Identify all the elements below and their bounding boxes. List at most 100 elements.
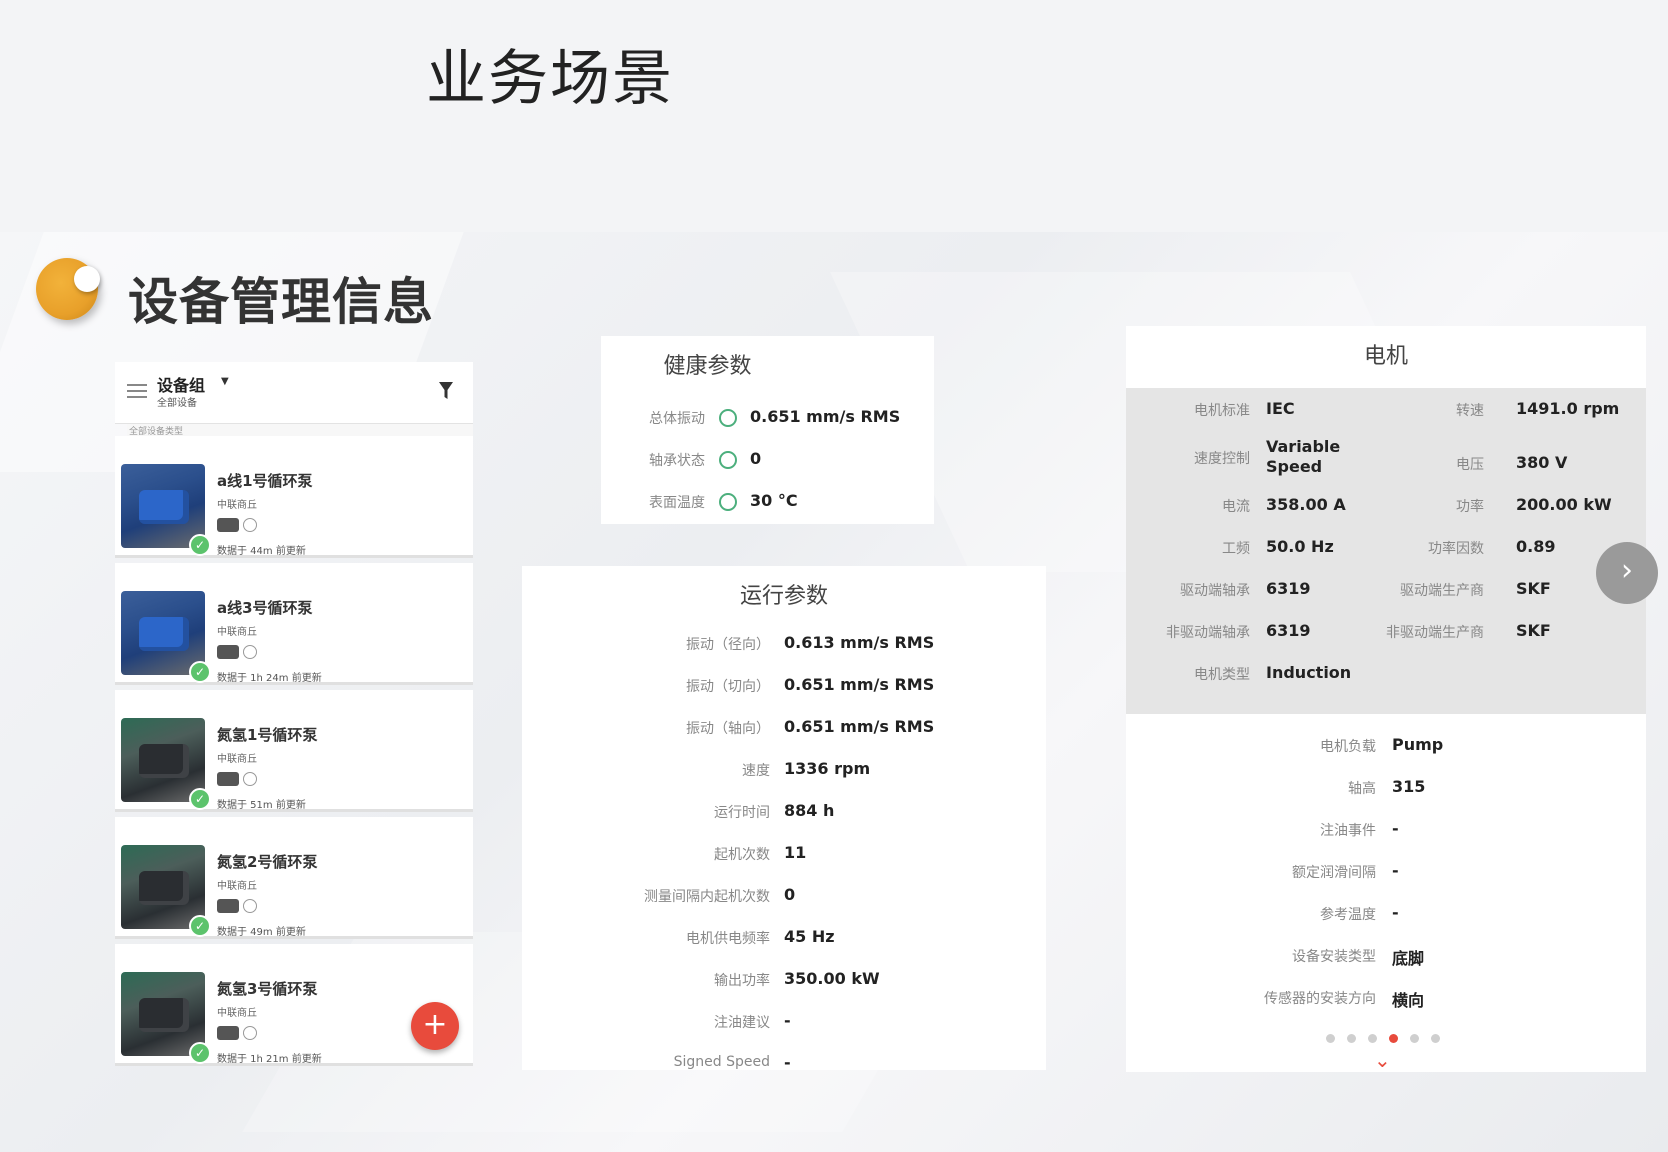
operation-param-value: -: [784, 1053, 791, 1072]
motor-spec-label: 非驱动端轴承: [1166, 625, 1250, 641]
motor-detail-value: -: [1392, 861, 1399, 880]
motor-detail-value: 底脚: [1392, 949, 1425, 968]
engine-icon: [217, 645, 239, 659]
filter-icon[interactable]: [439, 382, 453, 400]
operation-param-label: 起机次数: [714, 847, 770, 863]
page-dot[interactable]: [1431, 1034, 1440, 1043]
clock-icon: [243, 518, 257, 532]
motor-spec-label: 电压: [1456, 457, 1484, 473]
check-icon: ✓: [189, 915, 211, 937]
motor-spec-label: 速度控制: [1194, 451, 1250, 467]
operation-param-label: 振动（切向）: [686, 679, 770, 695]
motor-spec-value: IEC: [1266, 399, 1295, 418]
check-icon: ✓: [189, 661, 211, 683]
motor-spec-value: SKF: [1516, 579, 1551, 598]
motor-spec-label: 非驱动端生产商: [1386, 625, 1484, 641]
slide-title: 业务场景: [426, 44, 674, 114]
motor-detail-value: Pump: [1392, 735, 1444, 754]
clock-icon: [243, 899, 257, 913]
device-name: a线3号循环泵: [217, 599, 313, 617]
device-list-item[interactable]: ✓ a线3号循环泵 中联商丘 数据于 1h 24m 前更新: [115, 563, 473, 685]
motor-spec-value: 6319: [1266, 621, 1311, 640]
operation-param-label: 注油建议: [714, 1015, 770, 1031]
device-updated-time: 数据于 49m 前更新: [217, 927, 306, 938]
device-site: 中联商丘: [217, 754, 257, 765]
motor-spec-value: 380 V: [1516, 453, 1568, 472]
motor-detail-label: 传感器的安装方向: [1264, 991, 1376, 1007]
engine-icon: [217, 772, 239, 786]
page-dot[interactable]: [1389, 1034, 1398, 1043]
motor-image: [139, 490, 189, 524]
device-status-icons: [217, 643, 261, 661]
operation-param-value: 350.00 kW: [784, 969, 880, 988]
device-list-item[interactable]: ✓ 氮氢1号循环泵 中联商丘 数据于 51m 前更新: [115, 690, 473, 812]
device-site: 中联商丘: [217, 881, 257, 892]
health-param-label: 总体振动: [649, 411, 705, 427]
operation-param-label: 输出功率: [714, 973, 770, 989]
chevron-down-icon[interactable]: ▼: [221, 376, 229, 387]
motor-detail-label: 设备安装类型: [1292, 949, 1376, 965]
motor-spec-label: 驱动端轴承: [1180, 583, 1250, 599]
device-list-item[interactable]: ✓ a线1号循环泵 中联商丘 数据于 44m 前更新: [115, 436, 473, 558]
add-device-button[interactable]: +: [411, 1002, 459, 1050]
operation-param-value: 0.613 mm/s RMS: [784, 633, 935, 652]
motor-detail-label: 参考温度: [1320, 907, 1376, 923]
clock-icon: [243, 772, 257, 786]
motor-image: [139, 871, 189, 905]
slide-header: 业务场景: [0, 0, 1668, 232]
engine-icon: [217, 899, 239, 913]
motor-detail-label: 额定润滑间隔: [1292, 865, 1376, 881]
device-name: 氮氢3号循环泵: [217, 980, 318, 998]
operation-param-value: 11: [784, 843, 807, 862]
device-site: 中联商丘: [217, 627, 257, 638]
group-title[interactable]: 设备组: [157, 372, 205, 396]
check-icon: ✓: [189, 534, 211, 556]
next-page-button[interactable]: ›: [1596, 542, 1658, 604]
device-list-item[interactable]: ✓ 氮氢2号循环泵中联商丘数据于 49m 前更新: [115, 817, 473, 939]
device-status-icons: [217, 1024, 261, 1042]
chevron-down-icon[interactable]: ⌄: [1374, 1048, 1391, 1072]
motor-spec-value: 50.0 Hz: [1266, 537, 1334, 556]
group-subtitle: 全部设备: [157, 398, 197, 409]
motor-spec-value: 1491.0 rpm: [1516, 399, 1620, 418]
status-ok-icon: [719, 409, 737, 427]
page-indicator: [1326, 1032, 1446, 1046]
motor-panel: 电机 电机标准 IEC 速度控制 Variable Speed 电流 358.00 A 工频…: [1126, 326, 1658, 1072]
motor-image: [139, 744, 189, 778]
clock-icon: [243, 645, 257, 659]
operation-param-label: Signed Speed: [673, 1054, 770, 1070]
motor-spec-value: Variable Speed: [1266, 437, 1341, 476]
section-heading: 设备管理信息: [36, 240, 496, 331]
motor-detail-value: 横向: [1392, 991, 1425, 1010]
motor-title: 电机: [1363, 344, 1408, 369]
motor-spec-label: 功率因数: [1428, 541, 1484, 557]
check-icon: ✓: [189, 788, 211, 810]
status-ok-icon: [719, 451, 737, 469]
clock-icon: [243, 1026, 257, 1040]
motor-image: [139, 617, 189, 651]
page-dot[interactable]: [1347, 1034, 1356, 1043]
device-list-header: 设备组 ▼ 全部设备: [115, 362, 473, 424]
device-updated-time: 数据于 51m 前更新: [217, 800, 306, 811]
operation-param-label: 测量间隔内起机次数: [644, 889, 770, 905]
device-list-item[interactable]: ✓ 氮氢3号循环泵 中联商丘 数据于 1h 21m 前更新: [115, 944, 473, 1066]
menu-icon[interactable]: [127, 384, 147, 398]
motor-detail-value: -: [1392, 903, 1399, 922]
device-updated-time: 数据于 1h 21m 前更新: [217, 1054, 322, 1065]
motor-detail-value: -: [1392, 819, 1399, 838]
device-site: 中联商丘: [217, 1008, 257, 1019]
page-dot[interactable]: [1326, 1034, 1335, 1043]
device-site: 中联商丘: [217, 500, 257, 511]
device-type-filter[interactable]: 全部设备类型: [127, 424, 473, 436]
operation-param-label: 振动（径向）: [686, 637, 770, 653]
operation-param-value: 0: [784, 885, 796, 904]
operation-title: 运行参数: [739, 584, 828, 609]
page-dot[interactable]: [1368, 1034, 1377, 1043]
health-title: 健康参数: [663, 354, 752, 379]
page-dot[interactable]: [1410, 1034, 1419, 1043]
operation-param-value: 884 h: [784, 801, 835, 820]
motor-detail-value: 315: [1392, 777, 1426, 796]
device-name: 氮氢2号循环泵: [217, 853, 318, 871]
operation-params-panel: 运行参数 振动（径向） 0.613 mm/s RMS 振动（切向） 0.651 mm/…: [522, 566, 1046, 1072]
operation-param-value: 0.651 mm/s RMS: [784, 675, 935, 694]
